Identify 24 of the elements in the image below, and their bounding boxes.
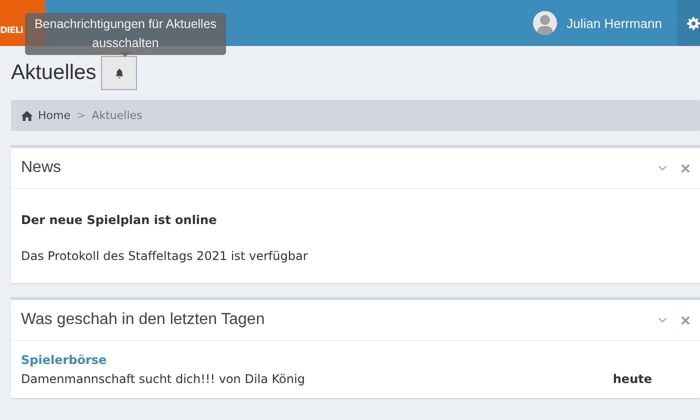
activity-text: Damenmannschaft sucht dich!!! von Dila König bbox=[21, 372, 305, 386]
tooltip-arrow-icon bbox=[120, 52, 130, 57]
notification-button[interactable] bbox=[101, 56, 138, 90]
news-item: Der neue Spielplan ist online bbox=[21, 213, 218, 227]
collapse-icon[interactable] bbox=[658, 165, 667, 171]
breadcrumb-link[interactable]: Home bbox=[21, 109, 70, 122]
card-title: News bbox=[21, 159, 62, 177]
home-icon bbox=[21, 110, 33, 120]
card-title: Was geschah in den letzten Tagen bbox=[21, 311, 266, 329]
news-item: Das Protokoll des Staffeltags 2021 ist verfügbar bbox=[21, 249, 309, 263]
close-icon[interactable] bbox=[681, 316, 690, 324]
activity-date: heute bbox=[612, 372, 652, 386]
section-link[interactable]: Spielerbörse bbox=[21, 353, 690, 367]
settings-button[interactable] bbox=[677, 0, 700, 46]
breadcrumb-separator: > bbox=[76, 109, 86, 122]
page-title: Aktuelles bbox=[11, 61, 96, 85]
user-name[interactable]: Julian Herrmann bbox=[566, 16, 662, 30]
close-icon[interactable] bbox=[681, 164, 690, 172]
breadcrumb-current: Aktuelles bbox=[92, 109, 142, 122]
avatar-icon[interactable] bbox=[532, 11, 557, 35]
settings-icon bbox=[687, 16, 700, 30]
collapse-icon[interactable] bbox=[658, 317, 667, 323]
bell-icon bbox=[114, 68, 125, 78]
tooltip: Benachrichtigungen für Aktuelles ausschalten bbox=[25, 13, 226, 55]
